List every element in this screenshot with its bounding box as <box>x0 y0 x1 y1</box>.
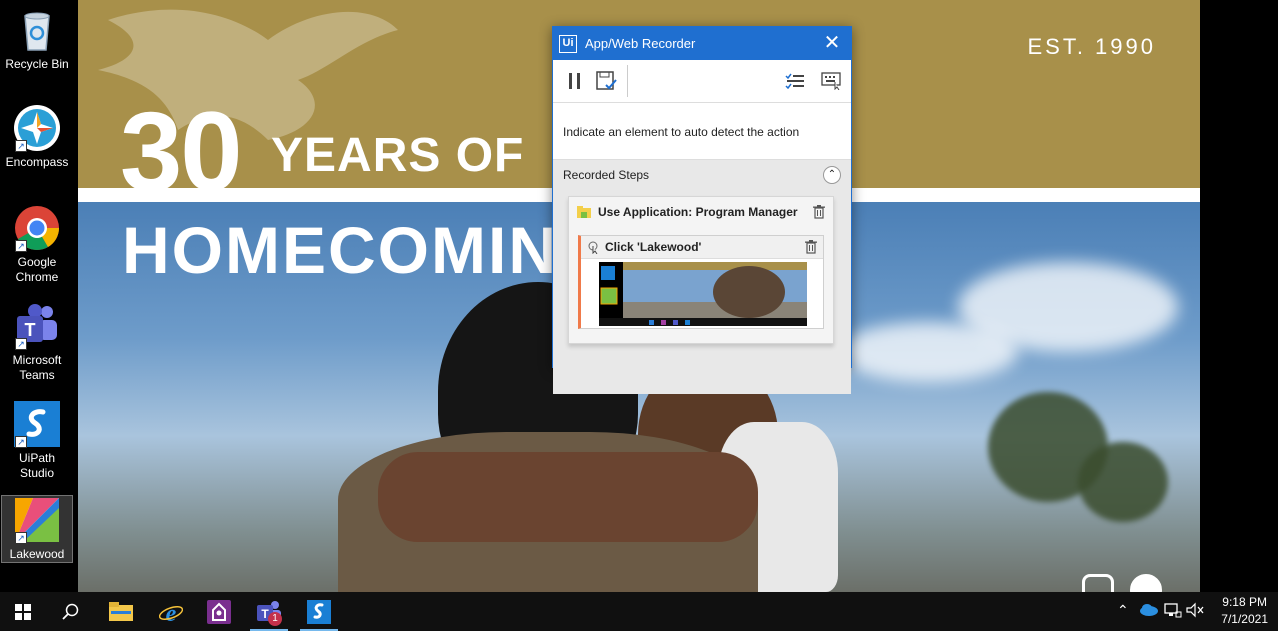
checklist-button[interactable] <box>781 67 809 95</box>
pause-button[interactable] <box>561 67 589 95</box>
step-use-application-label: Use Application: Program Manager <box>598 205 798 219</box>
recorder-title-bar[interactable]: Ui App/Web Recorder ✕ <box>553 27 851 60</box>
instagram-icon <box>1082 574 1114 592</box>
chrome-icon: ↗ <box>13 204 61 252</box>
step-use-application-header: Use Application: Program Manager <box>569 197 833 227</box>
desktop-icon-label: Google Chrome <box>15 255 59 284</box>
shortcut-arrow-icon: ↗ <box>15 338 27 350</box>
step-click[interactable]: Click 'Lakewood' <box>578 235 824 329</box>
lakewood-app-icon <box>207 599 231 624</box>
uipath-studio-icon: ↗ <box>13 400 61 448</box>
recorded-steps-title: Recorded Steps <box>563 168 650 182</box>
svg-text:e: e <box>166 601 177 624</box>
taskbar-uipath[interactable] <box>296 592 342 631</box>
file-explorer-icon <box>109 601 133 621</box>
shortcut-arrow-icon: ↗ <box>15 436 27 448</box>
facebook-icon <box>1130 574 1162 592</box>
notification-badge: 1 <box>268 612 282 626</box>
desktop-icon-lakewood[interactable]: ↗ Lakewood <box>1 495 73 563</box>
keyboard-mouse-icon <box>821 72 841 90</box>
homecoming-headline: HOMECOMIN <box>122 213 558 287</box>
lakewood-icon: ↗ <box>13 496 61 544</box>
click-icon <box>588 241 598 254</box>
shortcut-arrow-icon: ↗ <box>15 140 27 152</box>
save-icon <box>596 71 617 90</box>
recorder-toolbar <box>553 60 851 103</box>
start-button[interactable] <box>0 592 46 631</box>
checklist-icon <box>785 73 804 89</box>
trash-icon <box>805 240 817 254</box>
years-of-headline: YEARS OF <box>271 129 525 182</box>
encompass-icon: ↗ <box>13 104 61 152</box>
social-icons <box>1082 574 1162 592</box>
clock-time: 9:18 PM <box>1222 595 1267 609</box>
volume-muted-icon[interactable] <box>1186 602 1204 621</box>
recorder-hint-text: Indicate an element to auto detect the a… <box>563 125 800 139</box>
close-button[interactable]: ✕ <box>813 27 851 60</box>
desktop-icon-recycle-bin[interactable]: Recycle Bin <box>2 6 72 72</box>
chevron-up-icon: ⌃ <box>827 169 837 180</box>
uipath-logo-icon: Ui <box>559 34 577 53</box>
internet-explorer-icon: e <box>159 601 183 624</box>
uipath-icon <box>307 599 331 624</box>
pause-icon <box>569 73 580 89</box>
taskbar: e T 1 ⌃ 9:18 PM 7/1/2021 <box>0 592 1278 631</box>
taskbar-teams[interactable]: T 1 <box>246 592 292 631</box>
save-and-exit-button[interactable] <box>593 67 621 95</box>
shortcut-arrow-icon: ↗ <box>15 532 27 544</box>
step-use-application[interactable]: Use Application: Program Manager Click '… <box>568 196 834 344</box>
desktop-icon-label: Lakewood <box>9 547 65 561</box>
collapse-button[interactable]: ⌃ <box>823 166 841 184</box>
desktop-icon-label: UiPath Studio <box>18 451 56 480</box>
taskbar-internet-explorer[interactable]: e <box>148 592 194 631</box>
windows-logo-icon <box>15 603 31 620</box>
clock-date: 7/1/2021 <box>1221 612 1268 626</box>
desktop-icon-label: Microsoft Teams <box>12 353 62 382</box>
desktop-icon-encompass[interactable]: ↗ Encompass <box>2 104 72 170</box>
search-button[interactable] <box>48 592 94 631</box>
trash-icon <box>813 205 825 219</box>
delete-step-button[interactable] <box>805 240 817 254</box>
recorded-steps-header: Recorded Steps ⌃ <box>553 159 851 190</box>
svg-text:T: T <box>25 320 36 340</box>
est-year-text: EST. 1990 <box>1027 34 1156 59</box>
thirty-headline: 30 <box>120 89 243 214</box>
show-hidden-icons-chevron-up-icon[interactable]: ⌃ <box>1117 602 1129 619</box>
network-icon[interactable] <box>1164 602 1182 621</box>
shortcut-arrow-icon: ↗ <box>15 240 27 252</box>
step-click-header: Click 'Lakewood' <box>581 236 823 259</box>
desktop-icon-teams[interactable]: T ↗ Microsoft Teams <box>2 302 72 383</box>
taskbar-lakewood-app[interactable] <box>196 592 242 631</box>
app-web-recorder-window[interactable]: Ui App/Web Recorder ✕ Indicate an elemen… <box>552 26 852 394</box>
desktop-icon-uipath-studio[interactable]: ↗ UiPath Studio <box>2 400 72 481</box>
search-icon <box>62 603 79 620</box>
desktop-icon-label: Encompass <box>5 155 69 169</box>
keyboard-mouse-button[interactable] <box>817 67 845 95</box>
delete-step-button[interactable] <box>813 205 825 219</box>
desktop-icon-chrome[interactable]: ↗ Google Chrome <box>2 204 72 285</box>
recycle-bin-icon <box>13 6 61 54</box>
step-click-label: Click 'Lakewood' <box>605 240 702 254</box>
application-window-icon <box>577 206 591 218</box>
onedrive-icon[interactable] <box>1139 602 1159 619</box>
step-screenshot-thumbnail <box>599 262 807 326</box>
desktop-icon-label: Recycle Bin <box>5 57 69 71</box>
system-clock[interactable]: 9:18 PM 7/1/2021 <box>1221 594 1268 628</box>
recorder-title: App/Web Recorder <box>585 36 696 51</box>
teams-icon: T ↗ <box>13 302 61 350</box>
toolbar-separator <box>627 65 628 97</box>
recorded-steps-list: Use Application: Program Manager Click '… <box>553 190 851 394</box>
taskbar-file-explorer[interactable] <box>98 592 144 631</box>
